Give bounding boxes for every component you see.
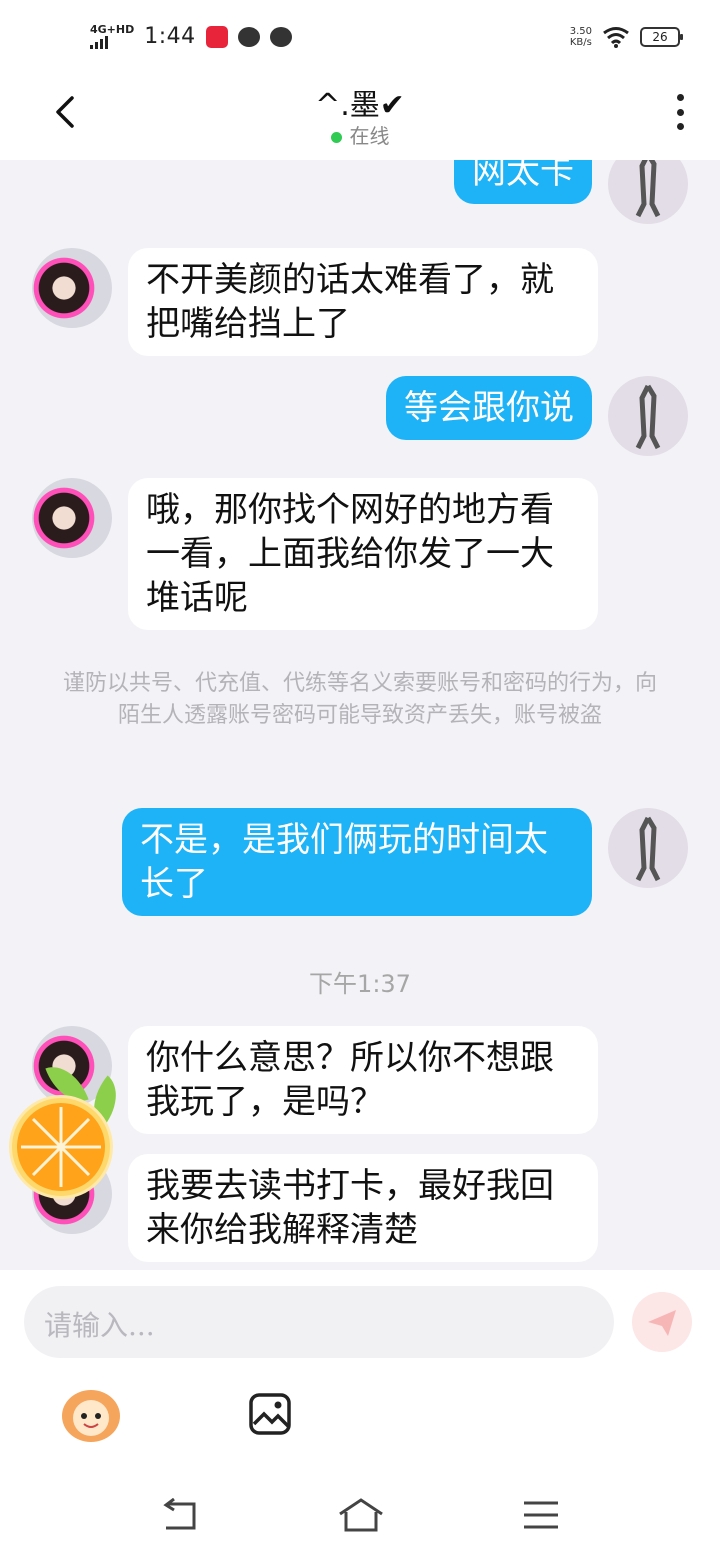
emoji-sticker-icon[interactable] (62, 1390, 120, 1442)
contact-avatar[interactable] (32, 478, 112, 558)
composer: 请输入... (0, 1270, 720, 1470)
contact-name: ^.墨✔ (315, 88, 405, 123)
network-type: 4G+HD (90, 23, 135, 36)
my-avatar[interactable] (608, 160, 688, 224)
floating-orange-icon[interactable] (12, 1098, 110, 1196)
contact-avatar[interactable] (32, 248, 112, 328)
speed-value: 3.50 (569, 26, 592, 37)
network-speed: 3.50 KB/s (570, 26, 592, 48)
status-left: 4G+HD 1:44 (90, 24, 292, 49)
message-bubble-incoming[interactable]: 哦，那你找个网好的地方看一看，上面我给你发了一大堆话呢 (128, 478, 598, 630)
signal-icon (90, 35, 108, 49)
message-bubble-outgoing[interactable]: 网太卡 (454, 160, 592, 204)
nav-recents-icon[interactable] (522, 1498, 562, 1532)
security-notice: 谨防以共号、代充值、代练等名义索要账号和密码的行为，向陌生人透露账号密码可能导致… (62, 671, 657, 728)
message-bubble-incoming[interactable]: 你什么意思？所以你不想跟我玩了，是吗？ (128, 1026, 598, 1134)
send-icon (648, 1310, 676, 1336)
chat-header: ^.墨✔ 在线 (0, 80, 720, 160)
message-bubble-outgoing[interactable]: 等会跟你说 (386, 376, 592, 440)
message-input-placeholder: 请输入... (44, 1309, 155, 1342)
message-bubble-incoming[interactable]: 不开美颜的话太难看了，就把嘴给挡上了 (128, 248, 598, 356)
wifi-icon (603, 27, 629, 48)
status-right: 3.50 KB/s 26 (570, 26, 683, 48)
notification-app-icon (205, 25, 228, 48)
message-input[interactable]: 请输入... (24, 1286, 614, 1358)
message-bubble-outgoing[interactable]: 不是，是我们俩玩的时间太长了 (122, 808, 592, 916)
online-label: 在线 (349, 124, 390, 148)
image-icon[interactable] (248, 1392, 292, 1436)
network-indicator: 4G+HD (90, 24, 134, 49)
status-time: 1:44 (144, 24, 196, 49)
nav-back-icon[interactable] (160, 1498, 200, 1532)
my-avatar[interactable] (608, 808, 688, 888)
online-status: 在线 (0, 120, 720, 149)
more-options-icon[interactable] (674, 94, 686, 130)
message-icon (269, 26, 292, 47)
send-button[interactable] (632, 1292, 692, 1352)
message-bubble-incoming[interactable]: 我要去读书打卡，最好我回来你给我解释清楚 (128, 1154, 598, 1262)
online-dot-icon (330, 132, 342, 143)
my-avatar[interactable] (608, 376, 688, 456)
battery-level: 26 (652, 30, 668, 44)
wechat-icon (237, 26, 260, 47)
status-bar: 4G+HD 1:44 3.50 KB/s 26 (0, 0, 720, 80)
system-nav-bar (0, 1470, 720, 1560)
message-timestamp: 下午1:37 (309, 970, 411, 998)
battery-icon: 26 (640, 27, 683, 47)
speed-unit: KB/s (569, 37, 592, 48)
nav-home-icon[interactable] (338, 1498, 384, 1532)
